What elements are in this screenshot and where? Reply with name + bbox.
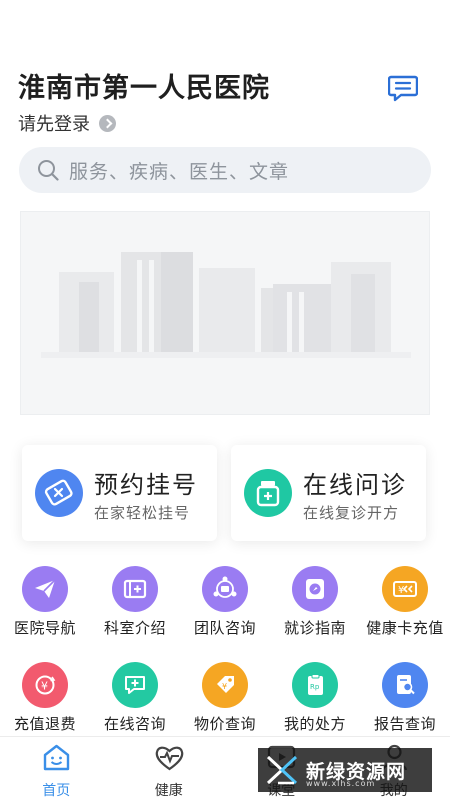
grid-item-report-query[interactable]: 报告查询 <box>360 662 450 742</box>
login-label: 请先登录 <box>18 114 90 135</box>
grid-label: 医院导航 <box>13 619 76 637</box>
service-grid-row-2: ¥ 充值退费 在线咨询 ¥ 物价查询 Rp 我的处方 报告查询 <box>0 662 450 742</box>
grid-label: 在线咨询 <box>103 715 166 733</box>
grid-item-price-query[interactable]: ¥ 物价查询 <box>180 662 270 742</box>
team-chat-icon <box>202 566 248 612</box>
login-link[interactable]: 请先登录 <box>18 110 116 136</box>
prescription-icon: Rp <box>292 662 338 708</box>
grid-item-health-card-recharge[interactable]: ¥ 健康卡充值 <box>360 566 450 646</box>
search-placeholder: 服务、疾病、医生、文章 <box>69 160 290 183</box>
header: 淮南市第一人民医院 请先登录 <box>18 66 432 135</box>
tab-home[interactable]: 首页 <box>0 737 113 800</box>
grid-label: 充值退费 <box>13 715 76 733</box>
medicine-bottle-icon <box>244 469 292 517</box>
search-bar[interactable]: 服务、疾病、医生、文章 <box>19 147 431 193</box>
online-consult-title: 在线问诊 <box>303 471 407 499</box>
grid-label: 我的处方 <box>283 715 346 733</box>
grid-item-hospital-navigation[interactable]: 医院导航 <box>0 566 90 646</box>
appointment-card[interactable]: 预约挂号 在家轻松挂号 <box>22 445 217 541</box>
refund-icon: ¥ <box>22 662 68 708</box>
grid-item-recharge-refund[interactable]: ¥ 充值退费 <box>0 662 90 742</box>
online-consult-card[interactable]: 在线问诊 在线复诊开方 <box>231 445 426 541</box>
grid-label: 健康卡充值 <box>366 619 444 637</box>
search-icon <box>38 160 59 181</box>
tab-health[interactable]: 健康 <box>113 737 226 800</box>
grid-label: 报告查询 <box>373 715 436 733</box>
grid-item-team-consult[interactable]: 团队咨询 <box>180 566 270 646</box>
grid-item-visit-guide[interactable]: 就诊指南 <box>270 566 360 646</box>
ticket-icon <box>35 469 83 517</box>
grid-item-my-prescription[interactable]: Rp 我的处方 <box>270 662 360 742</box>
building-placeholder-icon <box>41 252 411 358</box>
grid-label: 团队咨询 <box>193 619 256 637</box>
appointment-title: 预约挂号 <box>94 471 198 499</box>
report-search-icon <box>382 662 428 708</box>
grid-item-online-inquiry[interactable]: 在线咨询 <box>90 662 180 742</box>
tab-label: 首页 <box>42 783 71 799</box>
watermark-logo-icon <box>266 755 298 785</box>
grid-item-department-intro[interactable]: 科室介绍 <box>90 566 180 646</box>
chat-bubble-icon[interactable] <box>388 74 418 102</box>
chat-plus-icon <box>112 662 158 708</box>
paper-plane-icon <box>22 566 68 612</box>
yen-card-icon: ¥ <box>382 566 428 612</box>
tab-label: 健康 <box>154 783 183 799</box>
site-watermark: 新绿资源网 www.xlhs.com <box>258 748 432 792</box>
grid-label: 物价查询 <box>193 715 256 733</box>
compass-icon <box>292 566 338 612</box>
heartbeat-icon <box>155 746 183 771</box>
price-tag-icon: ¥ <box>202 662 248 708</box>
svg-text:¥: ¥ <box>222 682 227 691</box>
home-screen: 淮南市第一人民医院 请先登录 服务、疾病、医生、文章 预约挂号 在家轻松挂号 在… <box>0 0 450 800</box>
home-smile-icon <box>43 744 70 771</box>
svg-text:¥: ¥ <box>398 585 404 596</box>
svg-text:¥: ¥ <box>41 680 48 693</box>
watermark-subtext: www.xlhs.com <box>306 779 376 788</box>
service-grid-row-1: 医院导航 科室介绍 团队咨询 就诊指南 ¥ 健康卡充值 <box>0 566 450 646</box>
hospital-title: 淮南市第一人民医院 <box>18 73 270 104</box>
appointment-subtitle: 在家轻松挂号 <box>94 504 191 522</box>
svg-text:Rp: Rp <box>310 683 320 691</box>
grid-label: 就诊指南 <box>283 619 346 637</box>
plus-card-icon <box>112 566 158 612</box>
banner-image[interactable] <box>20 211 430 415</box>
online-consult-subtitle: 在线复诊开方 <box>303 504 400 522</box>
grid-label: 科室介绍 <box>103 619 166 637</box>
chevron-right-icon <box>99 114 116 132</box>
